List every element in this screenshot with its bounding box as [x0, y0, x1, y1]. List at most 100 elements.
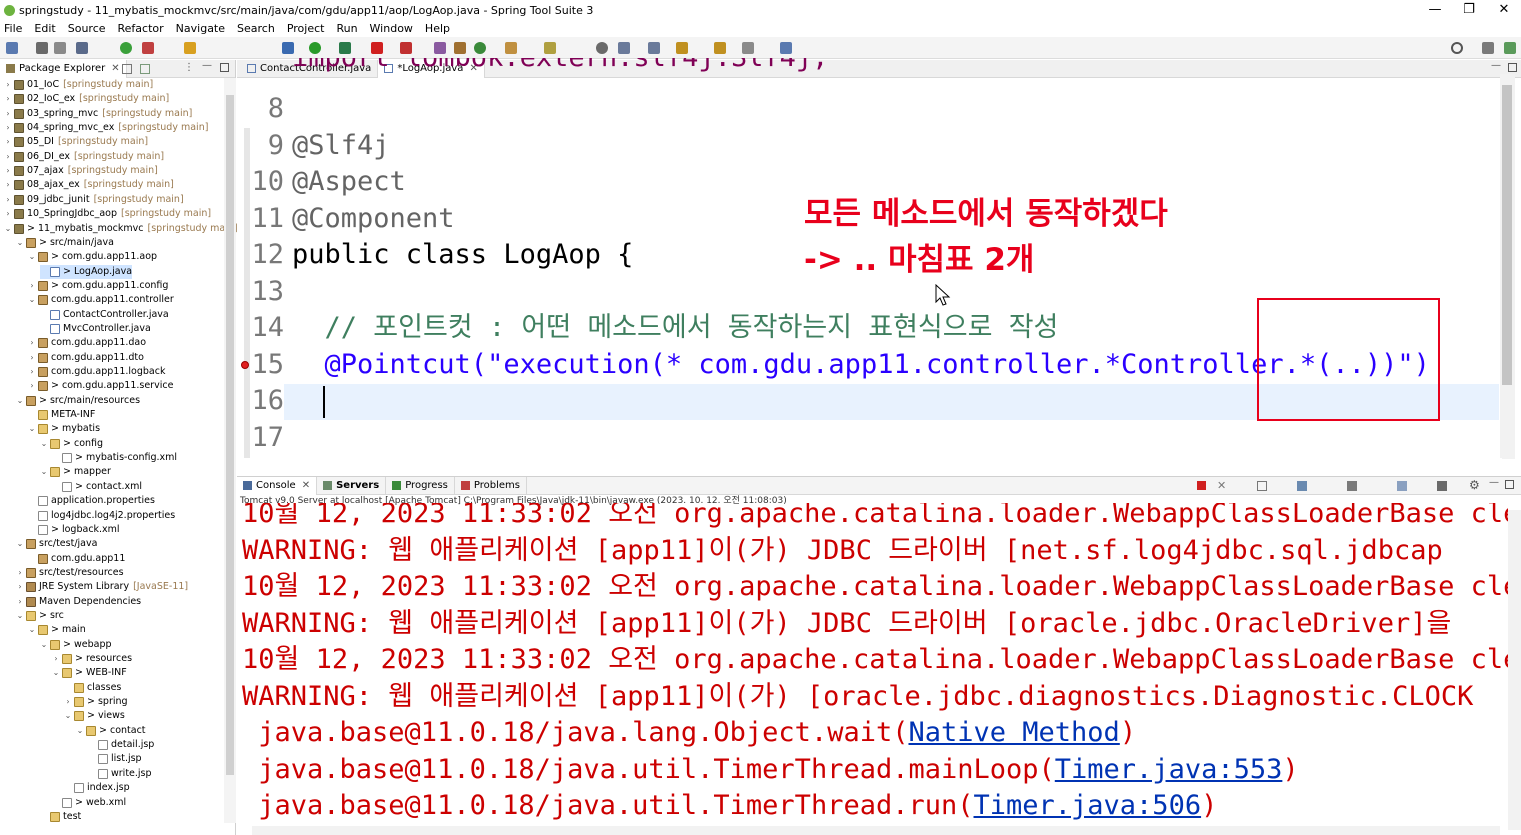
menu-edit[interactable]: Edit [34, 22, 55, 35]
chevron-right-icon[interactable]: › [4, 135, 12, 149]
tree-item[interactable]: ⌄ > config [40, 437, 103, 451]
chevron-right-icon[interactable]: › [4, 164, 12, 178]
tab-progress[interactable]: Progress [386, 476, 455, 495]
tree-item[interactable]: list.jsp [88, 752, 142, 766]
source-link[interactable]: Native Method [908, 717, 1119, 748]
new-class-icon[interactable] [474, 42, 486, 54]
tree-item[interactable]: › 06_DI_ex [springstudy main] [4, 150, 164, 164]
tree-item[interactable]: MvcController.java [40, 322, 151, 336]
tab-console[interactable]: Console ✕ [237, 476, 318, 495]
chevron-right-icon[interactable]: › [4, 178, 12, 192]
search-icon[interactable] [1451, 42, 1463, 54]
chevron-down-icon[interactable]: ⌄ [40, 638, 48, 652]
minimize-button[interactable]: — [1418, 0, 1452, 20]
code-line[interactable]: @Slf4j [292, 128, 390, 164]
chevron-down-icon[interactable]: ⌄ [16, 236, 24, 250]
tree-item[interactable]: › com.gdu.app11.logback [28, 365, 165, 379]
tree-item[interactable]: › 02_IoC_ex [springstudy main] [4, 92, 169, 106]
chevron-down-icon[interactable]: ⌄ [16, 394, 24, 408]
source-link[interactable]: Timer.java:553 [1055, 754, 1283, 785]
open-type-icon[interactable] [434, 42, 446, 54]
chevron-right-icon[interactable]: › [4, 92, 12, 106]
tree-item[interactable]: › 07_ajax [springstudy main] [4, 164, 158, 178]
tree-item[interactable]: application.properties [28, 494, 155, 508]
run-config-icon[interactable] [339, 42, 351, 54]
debug-icon[interactable] [282, 42, 294, 54]
editor-scroll-thumb[interactable] [1502, 85, 1512, 385]
tree-scroll-thumb[interactable] [226, 95, 234, 775]
open-folder-icon[interactable] [505, 42, 517, 54]
tree-item[interactable]: › 09_jdbc_junit [springstudy main] [4, 193, 184, 207]
pin-console-icon[interactable] [1297, 481, 1307, 491]
boot-dashboard-icon[interactable] [142, 42, 154, 54]
maximize-view-icon[interactable] [220, 63, 229, 72]
tree-item[interactable]: ⌄ > contact [76, 724, 146, 738]
tree-item[interactable]: ⌄ com.gdu.app11.controller [28, 293, 174, 307]
terminate-icon[interactable] [400, 42, 412, 54]
tree-item[interactable]: ⌄ > webapp [40, 638, 112, 652]
tree-item[interactable]: › 04_spring_mvc_ex [springstudy main] [4, 121, 208, 135]
run-icon[interactable] [309, 42, 321, 54]
chevron-right-icon[interactable]: › [16, 580, 24, 594]
open-console-icon[interactable] [1397, 481, 1407, 491]
word-wrap-icon[interactable] [1437, 481, 1447, 491]
chevron-down-icon[interactable]: ⌄ [28, 293, 36, 307]
chevron-right-icon[interactable]: › [4, 121, 12, 135]
tree-item[interactable]: > LogAop.java [40, 264, 133, 279]
prev-annotation-icon[interactable] [648, 42, 660, 54]
chevron-down-icon[interactable]: ⌄ [40, 437, 48, 451]
console-vertical-scrollbar[interactable] [1508, 510, 1521, 830]
tree-item[interactable]: › 01_IoC [springstudy main] [4, 78, 153, 92]
chevron-down-icon[interactable]: ⌄ [64, 709, 72, 723]
tree-item[interactable]: › 10_SpringJdbc_aop [springstudy main] [4, 207, 211, 221]
globe-icon[interactable] [596, 42, 608, 54]
tree-item[interactable]: › JRE System Library [JavaSE-11] [16, 580, 188, 594]
chevron-down-icon[interactable]: ⌄ [16, 537, 24, 551]
chevron-right-icon[interactable]: › [4, 150, 12, 164]
highlight-icon[interactable] [184, 42, 196, 54]
code-line[interactable]: // 포인트컷 : 어떤 메소드에서 동작하는지 표현식으로 작성 [292, 310, 1059, 346]
tree-item[interactable]: › > spring [64, 695, 128, 709]
chevron-right-icon[interactable]: › [28, 351, 36, 365]
tree-item[interactable]: › Maven Dependencies [16, 595, 141, 609]
chevron-right-icon[interactable]: › [28, 279, 36, 293]
new-icon[interactable] [6, 42, 18, 54]
error-marker-icon[interactable] [241, 361, 249, 369]
next-annotation-icon[interactable] [618, 42, 630, 54]
forward-icon[interactable] [742, 42, 754, 54]
minimize-view-icon[interactable]: — [202, 60, 212, 71]
chevron-down-icon[interactable]: ⌄ [28, 422, 36, 436]
menu-refactor[interactable]: Refactor [118, 22, 164, 35]
spring-icon[interactable] [120, 42, 132, 54]
menu-run[interactable]: Run [336, 22, 357, 35]
tree-item[interactable]: log4jdbc.log4j2.properties [28, 509, 175, 523]
java-ee-perspective-icon[interactable] [1504, 42, 1516, 54]
close-icon[interactable]: ✕ [302, 480, 310, 491]
tree-item[interactable]: detail.jsp [88, 738, 154, 752]
source-link[interactable]: Timer.java:506 [974, 790, 1202, 821]
code-line[interactable]: public class LogAop { [292, 237, 633, 273]
tree-item[interactable]: › 08_ajax_ex [springstudy main] [4, 178, 174, 192]
chevron-down-icon[interactable]: ⌄ [76, 724, 84, 738]
menu-navigate[interactable]: Navigate [176, 22, 225, 35]
menu-help[interactable]: Help [425, 22, 450, 35]
tree-item[interactable]: ⌄ > src/main/java [16, 236, 114, 250]
tree-item[interactable]: > logback.xml [28, 523, 120, 537]
remove-launch-icon[interactable]: ✕ [1217, 479, 1226, 492]
collapse-all-icon[interactable] [122, 64, 132, 74]
chevron-down-icon[interactable]: ⌄ [28, 250, 36, 264]
maximize-editor-icon[interactable] [1508, 63, 1517, 72]
open-resource-icon[interactable] [454, 42, 466, 54]
pin-editor-icon[interactable] [780, 42, 792, 54]
gear-icon[interactable]: ⚙ [1469, 478, 1480, 492]
chevron-down-icon[interactable]: ⌄ [52, 666, 60, 680]
tree-item[interactable]: › 05_DI [springstudy main] [4, 135, 148, 149]
editor-horizontal-scrollbar[interactable] [292, 458, 1502, 468]
chevron-right-icon[interactable]: › [28, 379, 36, 393]
tree-item[interactable]: › > com.gdu.app11.config [28, 279, 168, 293]
code-line[interactable]: @Aspect [292, 164, 406, 200]
menu-search[interactable]: Search [237, 22, 275, 35]
code-line[interactable]: @Component [292, 201, 455, 237]
menu-source[interactable]: Source [68, 22, 106, 35]
tree-item[interactable]: test [40, 810, 81, 824]
